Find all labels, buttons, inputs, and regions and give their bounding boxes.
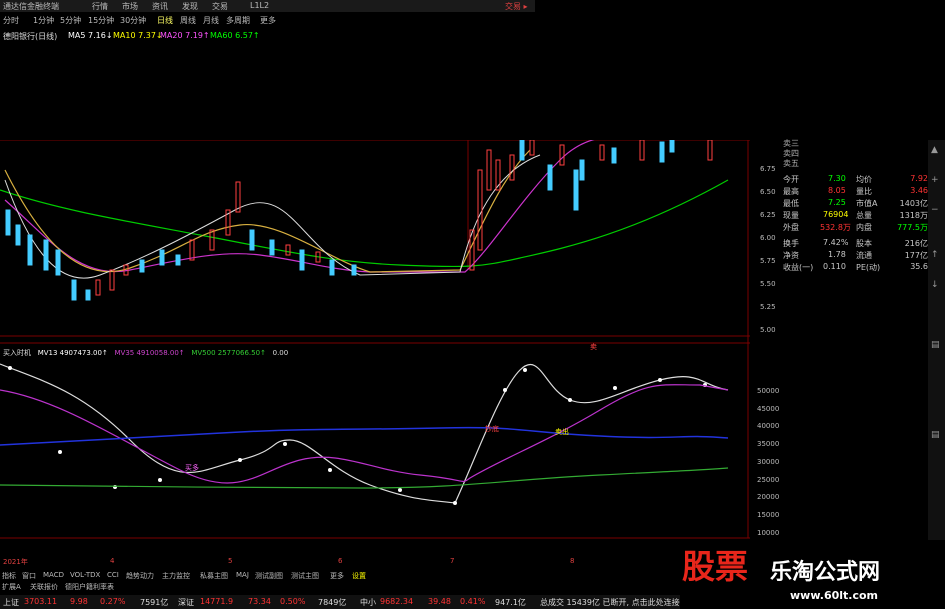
quote-row: 现量 76904 总量 1318万 xyxy=(783,210,928,220)
down-icon[interactable]: ↓ xyxy=(931,280,939,290)
period-tab[interactable]: 周线 xyxy=(180,15,196,26)
arrow-icon[interactable]: ▲ xyxy=(931,145,938,155)
watermark-url: www.60lt.com xyxy=(790,589,879,602)
tab-settings[interactable]: 设置 xyxy=(352,571,366,581)
ma5-label: MA5 7.16↓ xyxy=(68,31,113,40)
volume-marker: 卖 xyxy=(590,343,597,351)
quote-panel: 卖三 卖四 卖五 今开 7.30 均价 7.92 最高 8.05 量比 3.46 最低 7.2… xyxy=(778,139,928,280)
indicator-header: 买入时机 MV13 4907473.00↑ MV35 4910058.00↑ M… xyxy=(3,349,289,357)
tab[interactable]: MACD xyxy=(43,571,64,579)
tab[interactable]: 趋势动力 xyxy=(126,571,154,581)
quote-row: 净资 1.78 流通 177亿 xyxy=(783,250,928,260)
up-icon[interactable]: ↑ xyxy=(931,250,939,260)
tab[interactable]: 德阳户籍利率表 xyxy=(65,582,114,592)
tab[interactable]: MAJ xyxy=(236,571,249,579)
index-name: 中小 xyxy=(360,598,376,607)
period-tab[interactable]: 更多 xyxy=(260,15,276,26)
index-name: 深证 xyxy=(178,598,194,607)
period-tab[interactable]: 30分钟 xyxy=(120,15,146,26)
menu-discover[interactable]: 发现 xyxy=(182,1,198,12)
price-axis: 6.75 6.50 6.25 6.00 5.75 5.50 5.25 5.00 xyxy=(760,165,776,334)
menu-market[interactable]: 市场 xyxy=(122,1,138,12)
minus-icon[interactable]: − xyxy=(931,205,939,215)
indicator-tabs: 指标 窗口 MACD VOL-TDX CCI 趋势动力 主力监控 私募主图 MA… xyxy=(0,571,380,582)
sell-marker: 卖出 xyxy=(555,428,569,436)
period-tab[interactable]: 5分钟 xyxy=(60,15,81,26)
menu-quotes[interactable]: 行情 xyxy=(92,1,108,12)
tab[interactable]: 主力监控 xyxy=(162,571,190,581)
period-selector: 分时 1分钟 5分钟 15分钟 30分钟 日线 周线 月线 多周期 更多 xyxy=(0,14,300,26)
red-marker: 抄底 xyxy=(485,425,499,433)
period-tab[interactable]: 月线 xyxy=(203,15,219,26)
status-bar: 上证 3703.11 9.98 0.27% 7591亿 深证 14771.9 7… xyxy=(0,595,680,609)
tab[interactable]: 测试主图 xyxy=(291,571,319,581)
panel-icon[interactable]: ▤ xyxy=(931,340,940,350)
ma60-label: MA60 6.57↑ xyxy=(210,31,260,40)
ma20-label: MA20 7.19↑ xyxy=(160,31,210,40)
quote-row: 外盘 532.8万 内盘 777.5万 xyxy=(783,223,928,232)
trade-button[interactable]: 交易 ▸ xyxy=(505,1,528,12)
time-axis: 2021年 4 5 6 7 8 xyxy=(3,557,575,566)
kline-chart[interactable] xyxy=(0,140,780,540)
index-name: 上证 xyxy=(3,598,19,607)
buy-marker: 买多 xyxy=(185,464,199,472)
plus-icon[interactable]: + xyxy=(931,175,939,185)
period-tab[interactable]: 多周期 xyxy=(226,15,250,26)
tab[interactable]: 扩展A xyxy=(2,582,21,592)
quote-row: 换手 7.42% 股本 216亿 xyxy=(783,238,928,248)
volume-axis: 50000 45000 40000 35000 30000 25000 20000 1500… xyxy=(757,387,780,537)
level-indicator: L1L2 xyxy=(250,1,270,10)
stock-label: 德阳银行(日线) xyxy=(3,32,58,41)
tab[interactable]: 私募主图 xyxy=(200,571,228,581)
tab[interactable]: 窗口 xyxy=(22,571,36,581)
tab[interactable]: 指标 xyxy=(2,571,16,581)
quote-row: 收益(一) 0.110 PE(动) 35.6 xyxy=(783,262,928,272)
quote-row: 最低 7.25 市值A 1403亿 xyxy=(783,198,928,208)
period-tab[interactable]: 15分钟 xyxy=(88,15,114,26)
period-tab[interactable]: 1分钟 xyxy=(33,15,54,26)
period-tab-daily[interactable]: 日线 xyxy=(157,15,173,26)
period-tab[interactable]: 分时 xyxy=(3,15,19,26)
tab[interactable]: 更多 xyxy=(330,571,344,581)
ma10-label: MA10 7.37↓ xyxy=(113,31,163,40)
tab[interactable]: 测试副图 xyxy=(255,571,283,581)
tab[interactable]: CCI xyxy=(107,571,119,579)
quote-row: 最高 8.05 量比 3.46 xyxy=(783,186,928,196)
quote-row: 今开 7.30 均价 7.92 xyxy=(783,174,928,184)
tab[interactable]: 关联报价 xyxy=(30,582,58,592)
app-title: 通达信金融终端 xyxy=(3,2,59,11)
top-menu-bar: 通达信金融终端 行情 市场 资讯 发现 交易 L1L2 交易 ▸ xyxy=(0,0,535,12)
menu-news[interactable]: 资讯 xyxy=(152,1,168,12)
expand-tabs: 扩展A 关联报价 德阳户籍利率表 xyxy=(0,582,380,593)
tab[interactable]: VOL-TDX xyxy=(70,571,100,579)
right-toolbar: ▲ + − ↑ ↓ ▤ ▤ xyxy=(928,140,945,540)
panel2-icon[interactable]: ▤ xyxy=(931,430,940,440)
menu-trade[interactable]: 交易 xyxy=(212,1,228,12)
connection-status[interactable]: 总成交 15439亿 已断开, 点击此处连接 xyxy=(540,597,680,608)
watermark-title: 乐淘公式网 xyxy=(770,560,881,585)
